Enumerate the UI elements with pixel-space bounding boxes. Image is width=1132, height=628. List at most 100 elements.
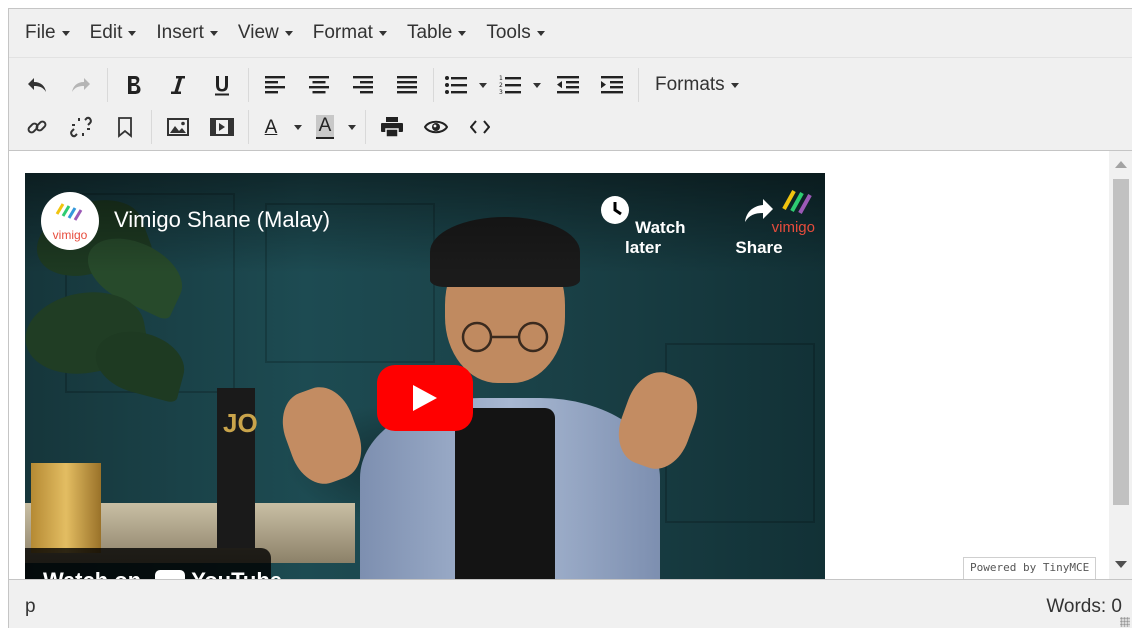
svg-text:3: 3 xyxy=(499,89,503,95)
formats-label: Formats xyxy=(655,74,725,95)
indent-icon xyxy=(601,76,623,94)
media-button[interactable] xyxy=(200,109,244,145)
text-color-dropdown[interactable] xyxy=(289,109,307,145)
chevron-down-icon xyxy=(284,30,293,36)
align-center-button[interactable] xyxy=(297,67,341,103)
chevron-down-icon xyxy=(61,30,70,36)
scrollbar-thumb[interactable] xyxy=(1113,179,1129,505)
menu-format[interactable]: Format xyxy=(303,17,397,49)
preview-icon xyxy=(424,120,448,134)
unlink-icon xyxy=(70,116,92,138)
image-icon xyxy=(167,118,189,136)
play-button[interactable] xyxy=(377,365,473,431)
scroll-up-arrow-icon[interactable] xyxy=(1115,161,1127,168)
bold-icon xyxy=(128,76,141,94)
menu-insert[interactable]: Insert xyxy=(146,17,228,49)
link-button[interactable] xyxy=(15,109,59,145)
menu-file[interactable]: File xyxy=(15,17,80,49)
toolbar-separator xyxy=(248,110,249,144)
trophy: JO xyxy=(217,388,258,548)
youtube-embed[interactable]: JO vimigo Vimigo Shane (Malay) Watch lat… xyxy=(25,173,825,579)
menubar: File Edit Insert View Format Table Tools xyxy=(9,9,1132,58)
preview-button[interactable] xyxy=(414,109,458,145)
text-color-main[interactable]: A xyxy=(253,109,289,145)
bold-button[interactable] xyxy=(112,67,156,103)
image-button[interactable] xyxy=(156,109,200,145)
share-button[interactable]: Share xyxy=(729,195,789,258)
editor-content[interactable]: JO vimigo Vimigo Shane (Malay) Watch lat… xyxy=(9,151,1109,579)
menu-view-label: View xyxy=(237,22,279,43)
chevron-down-icon xyxy=(536,30,545,36)
menu-tools[interactable]: Tools xyxy=(476,17,554,49)
numbered-list-button[interactable]: 123 xyxy=(492,67,546,103)
bullet-list-main[interactable] xyxy=(438,67,474,103)
italic-icon xyxy=(171,76,185,94)
element-path[interactable]: p xyxy=(25,596,36,618)
chevron-down-icon xyxy=(209,30,218,36)
share-label: Share xyxy=(735,238,783,257)
media-icon xyxy=(210,118,234,136)
bullet-list-icon xyxy=(445,76,467,94)
numbered-list-main[interactable]: 123 xyxy=(492,67,528,103)
person-hand-left xyxy=(272,378,372,493)
numbered-list-dropdown[interactable] xyxy=(528,67,546,103)
youtube-logo-icon xyxy=(155,570,186,579)
source-code-button[interactable] xyxy=(458,109,502,145)
indent-button[interactable] xyxy=(590,67,634,103)
text-color-button[interactable]: A xyxy=(253,109,307,145)
chevron-down-icon xyxy=(128,30,137,36)
bookmark-icon xyxy=(118,117,132,138)
toolbar-separator xyxy=(638,68,639,102)
formats-dropdown[interactable]: Formats xyxy=(643,67,751,103)
channel-logo-text: vimigo xyxy=(52,228,88,242)
align-left-button[interactable] xyxy=(253,67,297,103)
bullet-list-dropdown[interactable] xyxy=(474,67,492,103)
unlink-button[interactable] xyxy=(59,109,103,145)
scroll-down-arrow-icon[interactable] xyxy=(1115,561,1127,568)
italic-button[interactable] xyxy=(156,67,200,103)
text-color-icon: A xyxy=(264,116,278,138)
watch-on-youtube-button[interactable]: Watch on YouTube xyxy=(25,548,282,579)
align-justify-icon xyxy=(397,76,417,94)
redo-button[interactable] xyxy=(59,67,103,103)
align-right-button[interactable] xyxy=(341,67,385,103)
channel-avatar[interactable]: vimigo xyxy=(41,192,99,250)
powered-by-tinymce-link[interactable]: Powered by TinyMCE xyxy=(963,557,1097,579)
vertical-scrollbar[interactable] xyxy=(1109,151,1132,579)
menu-table-label: Table xyxy=(406,22,453,43)
toolbar-separator xyxy=(248,68,249,102)
glasses xyxy=(461,321,549,353)
watch-on-label: Watch on xyxy=(43,568,141,579)
toolbar-separator xyxy=(365,110,366,144)
background-color-dropdown[interactable] xyxy=(343,109,361,145)
menu-edit[interactable]: Edit xyxy=(80,17,147,49)
menu-view[interactable]: View xyxy=(228,17,303,49)
background-color-button[interactable]: A xyxy=(307,109,361,145)
toolbar-separator xyxy=(433,68,434,102)
word-count: Words: 0 xyxy=(1046,596,1122,617)
undo-icon xyxy=(28,78,46,92)
undo-button[interactable] xyxy=(15,67,59,103)
print-button[interactable] xyxy=(370,109,414,145)
menu-table[interactable]: Table xyxy=(397,17,476,49)
print-icon xyxy=(381,117,403,137)
share-icon xyxy=(745,199,773,222)
bookmark-button[interactable] xyxy=(103,109,147,145)
underline-button[interactable] xyxy=(200,67,244,103)
video-title[interactable]: Vimigo Shane (Malay) xyxy=(114,207,330,233)
watch-later-button[interactable]: Watch later xyxy=(591,195,695,258)
youtube-label: YouTube xyxy=(191,568,282,579)
background-color-main[interactable]: A xyxy=(307,109,343,145)
chevron-down-icon xyxy=(348,124,356,130)
chevron-down-icon xyxy=(294,124,302,130)
resize-handle-icon[interactable] xyxy=(1120,617,1130,627)
outdent-button[interactable] xyxy=(546,67,590,103)
svg-text:1: 1 xyxy=(499,75,503,82)
chevron-down-icon xyxy=(533,82,541,88)
gold-pot xyxy=(31,463,101,553)
align-justify-button[interactable] xyxy=(385,67,429,103)
link-icon xyxy=(27,120,47,134)
bullet-list-button[interactable] xyxy=(438,67,492,103)
underline-icon xyxy=(215,76,229,96)
align-right-icon xyxy=(353,76,373,94)
